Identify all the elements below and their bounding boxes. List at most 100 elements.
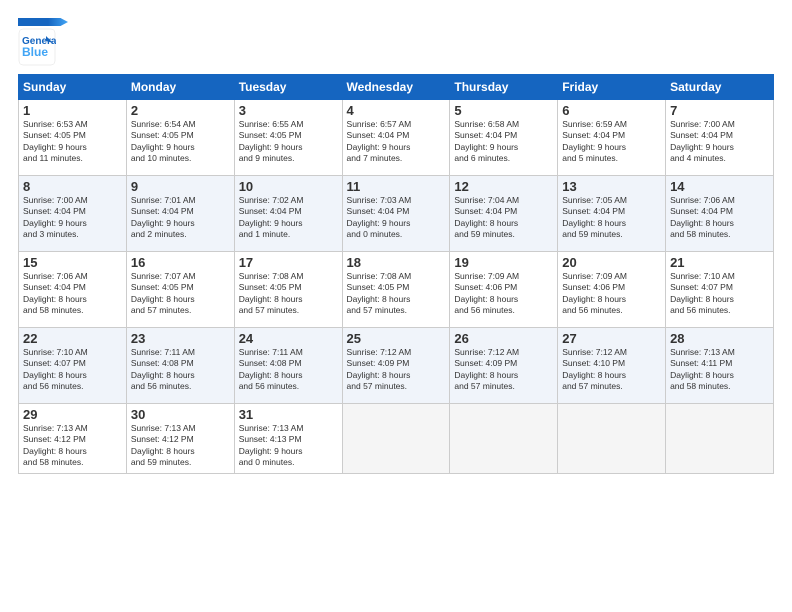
logo-wrap: General Blue <box>18 28 56 66</box>
day-number: 29 <box>23 407 122 422</box>
calendar-cell: 8Sunrise: 7:00 AMSunset: 4:04 PMDaylight… <box>19 176 127 252</box>
calendar-cell: 16Sunrise: 7:07 AMSunset: 4:05 PMDayligh… <box>126 252 234 328</box>
calendar-cell: 17Sunrise: 7:08 AMSunset: 4:05 PMDayligh… <box>234 252 342 328</box>
day-info: Sunrise: 7:09 AMSunset: 4:06 PMDaylight:… <box>454 271 553 317</box>
calendar-cell: 23Sunrise: 7:11 AMSunset: 4:08 PMDayligh… <box>126 328 234 404</box>
day-number: 12 <box>454 179 553 194</box>
calendar-cell: 29Sunrise: 7:13 AMSunset: 4:12 PMDayligh… <box>19 404 127 474</box>
calendar-cell: 13Sunrise: 7:05 AMSunset: 4:04 PMDayligh… <box>558 176 666 252</box>
calendar-cell: 22Sunrise: 7:10 AMSunset: 4:07 PMDayligh… <box>19 328 127 404</box>
day-number: 9 <box>131 179 230 194</box>
day-number: 26 <box>454 331 553 346</box>
calendar-cell: 15Sunrise: 7:06 AMSunset: 4:04 PMDayligh… <box>19 252 127 328</box>
day-number: 28 <box>670 331 769 346</box>
calendar-cell: 5Sunrise: 6:58 AMSunset: 4:04 PMDaylight… <box>450 100 558 176</box>
day-number: 30 <box>131 407 230 422</box>
day-info: Sunrise: 7:13 AMSunset: 4:12 PMDaylight:… <box>23 423 122 469</box>
weekday-header-tuesday: Tuesday <box>234 75 342 100</box>
weekday-header-saturday: Saturday <box>666 75 774 100</box>
day-number: 15 <box>23 255 122 270</box>
calendar-cell: 1Sunrise: 6:53 AMSunset: 4:05 PMDaylight… <box>19 100 127 176</box>
weekday-header-wednesday: Wednesday <box>342 75 450 100</box>
weekday-header-monday: Monday <box>126 75 234 100</box>
day-number: 18 <box>347 255 446 270</box>
day-number: 23 <box>131 331 230 346</box>
calendar-cell: 19Sunrise: 7:09 AMSunset: 4:06 PMDayligh… <box>450 252 558 328</box>
day-info: Sunrise: 7:00 AMSunset: 4:04 PMDaylight:… <box>23 195 122 241</box>
day-number: 24 <box>239 331 338 346</box>
day-number: 11 <box>347 179 446 194</box>
day-number: 14 <box>670 179 769 194</box>
calendar-table: SundayMondayTuesdayWednesdayThursdayFrid… <box>18 74 774 474</box>
calendar-cell: 30Sunrise: 7:13 AMSunset: 4:12 PMDayligh… <box>126 404 234 474</box>
day-number: 1 <box>23 103 122 118</box>
day-info: Sunrise: 7:06 AMSunset: 4:04 PMDaylight:… <box>670 195 769 241</box>
day-info: Sunrise: 7:00 AMSunset: 4:04 PMDaylight:… <box>670 119 769 165</box>
day-info: Sunrise: 6:55 AMSunset: 4:05 PMDaylight:… <box>239 119 338 165</box>
week-row-1: 1Sunrise: 6:53 AMSunset: 4:05 PMDaylight… <box>19 100 774 176</box>
day-info: Sunrise: 7:06 AMSunset: 4:04 PMDaylight:… <box>23 271 122 317</box>
day-info: Sunrise: 7:03 AMSunset: 4:04 PMDaylight:… <box>347 195 446 241</box>
weekday-header-row: SundayMondayTuesdayWednesdayThursdayFrid… <box>19 75 774 100</box>
calendar-cell: 4Sunrise: 6:57 AMSunset: 4:04 PMDaylight… <box>342 100 450 176</box>
calendar-cell: 20Sunrise: 7:09 AMSunset: 4:06 PMDayligh… <box>558 252 666 328</box>
day-number: 6 <box>562 103 661 118</box>
day-info: Sunrise: 7:12 AMSunset: 4:09 PMDaylight:… <box>347 347 446 393</box>
day-number: 8 <box>23 179 122 194</box>
week-row-2: 8Sunrise: 7:00 AMSunset: 4:04 PMDaylight… <box>19 176 774 252</box>
calendar-cell <box>342 404 450 474</box>
calendar-cell <box>450 404 558 474</box>
calendar-cell <box>666 404 774 474</box>
day-info: Sunrise: 7:04 AMSunset: 4:04 PMDaylight:… <box>454 195 553 241</box>
day-info: Sunrise: 6:57 AMSunset: 4:04 PMDaylight:… <box>347 119 446 165</box>
svg-text:Blue: Blue <box>22 45 48 59</box>
day-number: 21 <box>670 255 769 270</box>
calendar-cell: 21Sunrise: 7:10 AMSunset: 4:07 PMDayligh… <box>666 252 774 328</box>
day-info: Sunrise: 7:13 AMSunset: 4:12 PMDaylight:… <box>131 423 230 469</box>
day-info: Sunrise: 7:11 AMSunset: 4:08 PMDaylight:… <box>239 347 338 393</box>
day-info: Sunrise: 7:02 AMSunset: 4:04 PMDaylight:… <box>239 195 338 241</box>
weekday-header-thursday: Thursday <box>450 75 558 100</box>
day-number: 3 <box>239 103 338 118</box>
weekday-header-sunday: Sunday <box>19 75 127 100</box>
logo: General Blue <box>18 18 68 66</box>
calendar-cell: 24Sunrise: 7:11 AMSunset: 4:08 PMDayligh… <box>234 328 342 404</box>
day-info: Sunrise: 7:11 AMSunset: 4:08 PMDaylight:… <box>131 347 230 393</box>
calendar-cell: 18Sunrise: 7:08 AMSunset: 4:05 PMDayligh… <box>342 252 450 328</box>
day-info: Sunrise: 7:10 AMSunset: 4:07 PMDaylight:… <box>670 271 769 317</box>
day-number: 22 <box>23 331 122 346</box>
day-number: 19 <box>454 255 553 270</box>
day-info: Sunrise: 7:07 AMSunset: 4:05 PMDaylight:… <box>131 271 230 317</box>
week-row-4: 22Sunrise: 7:10 AMSunset: 4:07 PMDayligh… <box>19 328 774 404</box>
calendar-cell: 9Sunrise: 7:01 AMSunset: 4:04 PMDaylight… <box>126 176 234 252</box>
calendar-cell: 31Sunrise: 7:13 AMSunset: 4:13 PMDayligh… <box>234 404 342 474</box>
day-number: 7 <box>670 103 769 118</box>
day-info: Sunrise: 7:12 AMSunset: 4:10 PMDaylight:… <box>562 347 661 393</box>
calendar-cell: 28Sunrise: 7:13 AMSunset: 4:11 PMDayligh… <box>666 328 774 404</box>
calendar-cell: 6Sunrise: 6:59 AMSunset: 4:04 PMDaylight… <box>558 100 666 176</box>
calendar-cell: 11Sunrise: 7:03 AMSunset: 4:04 PMDayligh… <box>342 176 450 252</box>
calendar-cell: 10Sunrise: 7:02 AMSunset: 4:04 PMDayligh… <box>234 176 342 252</box>
week-row-3: 15Sunrise: 7:06 AMSunset: 4:04 PMDayligh… <box>19 252 774 328</box>
day-info: Sunrise: 7:13 AMSunset: 4:11 PMDaylight:… <box>670 347 769 393</box>
day-info: Sunrise: 7:01 AMSunset: 4:04 PMDaylight:… <box>131 195 230 241</box>
week-row-5: 29Sunrise: 7:13 AMSunset: 4:12 PMDayligh… <box>19 404 774 474</box>
day-number: 13 <box>562 179 661 194</box>
day-number: 16 <box>131 255 230 270</box>
day-info: Sunrise: 6:58 AMSunset: 4:04 PMDaylight:… <box>454 119 553 165</box>
day-number: 5 <box>454 103 553 118</box>
calendar-cell <box>558 404 666 474</box>
day-number: 4 <box>347 103 446 118</box>
day-info: Sunrise: 7:09 AMSunset: 4:06 PMDaylight:… <box>562 271 661 317</box>
day-number: 25 <box>347 331 446 346</box>
day-info: Sunrise: 6:59 AMSunset: 4:04 PMDaylight:… <box>562 119 661 165</box>
day-info: Sunrise: 7:12 AMSunset: 4:09 PMDaylight:… <box>454 347 553 393</box>
day-info: Sunrise: 7:10 AMSunset: 4:07 PMDaylight:… <box>23 347 122 393</box>
calendar-cell: 2Sunrise: 6:54 AMSunset: 4:05 PMDaylight… <box>126 100 234 176</box>
day-info: Sunrise: 7:08 AMSunset: 4:05 PMDaylight:… <box>347 271 446 317</box>
day-number: 20 <box>562 255 661 270</box>
day-info: Sunrise: 7:13 AMSunset: 4:13 PMDaylight:… <box>239 423 338 469</box>
calendar-cell: 27Sunrise: 7:12 AMSunset: 4:10 PMDayligh… <box>558 328 666 404</box>
logo-svg: General Blue <box>18 28 56 66</box>
day-number: 31 <box>239 407 338 422</box>
